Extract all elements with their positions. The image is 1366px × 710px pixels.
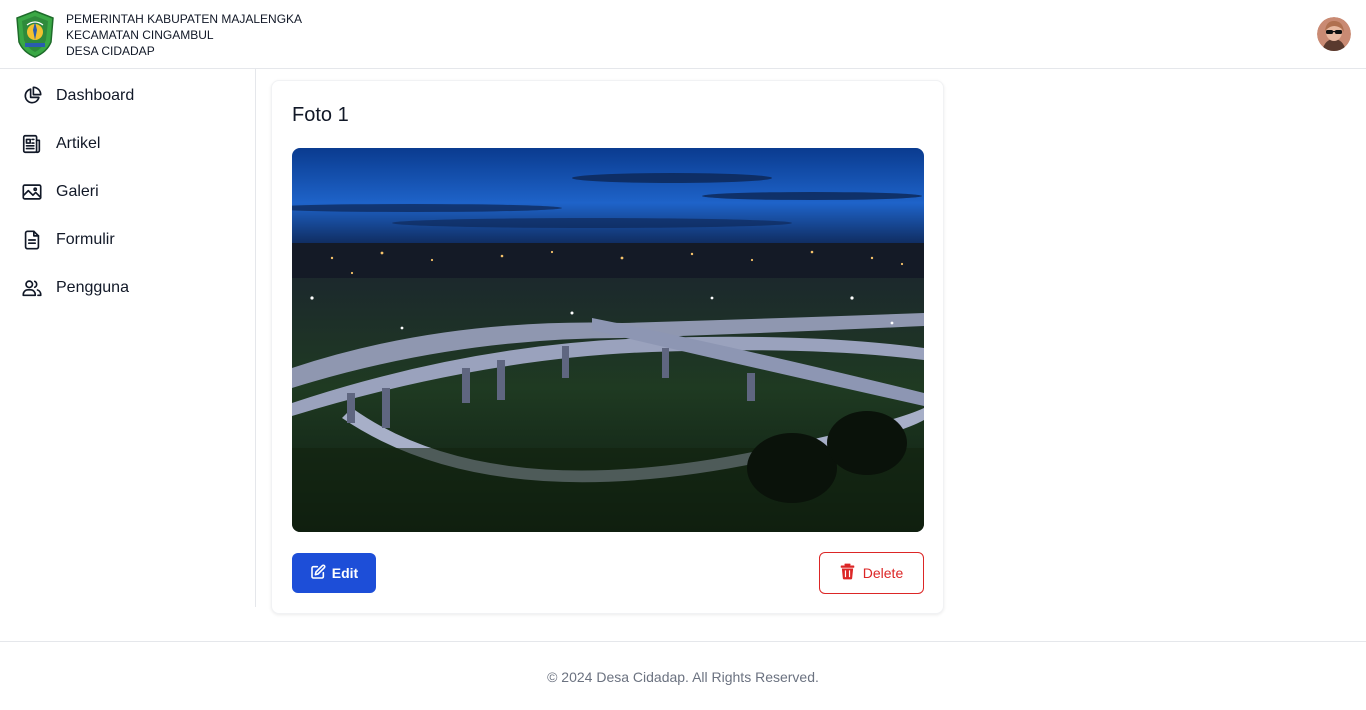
sidebar-item-pengguna[interactable]: Pengguna [20,268,240,308]
document-icon [20,228,44,252]
copyright-text: © 2024 Desa Cidadap. All Rights Reserved… [547,669,819,685]
edit-icon [310,563,326,583]
sidebar: Dashboard Artikel Galeri Formulir Penggu… [0,69,256,607]
edit-button-label: Edit [331,565,359,581]
users-icon [20,276,44,300]
sidebar-item-formulir[interactable]: Formulir [20,220,240,260]
gov-line-regency: PEMERINTAH KABUPATEN MAJALENGKA [66,12,303,26]
sidebar-item-galeri[interactable]: Galeri [20,172,240,212]
trash-icon [840,563,855,583]
sidebar-item-label: Pengguna [56,279,129,296]
delete-button-label: Delete [862,565,904,581]
photo-card: Foto 1 Edit Delete [271,80,944,614]
footer: © 2024 Desa Cidadap. All Rights Reserved… [0,641,1366,710]
newspaper-icon [20,132,44,156]
regency-logo [15,10,55,58]
gallery-photo [292,148,924,532]
top-header: PEMERINTAH KABUPATEN MAJALENGKA KECAMATA… [0,0,1366,69]
government-title: PEMERINTAH KABUPATEN MAJALENGKA KECAMATA… [66,11,302,59]
gov-line-village: DESA CIDADAP [66,44,155,58]
gov-line-district: KECAMATAN CINGAMBUL [66,28,214,42]
sidebar-item-label: Dashboard [56,87,135,104]
sidebar-item-label: Formulir [56,231,115,248]
sidebar-item-label: Galeri [56,183,99,200]
delete-button[interactable]: Delete [819,552,924,594]
image-icon [20,180,44,204]
pie-chart-icon [20,84,44,108]
sidebar-item-artikel[interactable]: Artikel [20,124,240,164]
photo-title: Foto 1 [292,104,349,126]
user-avatar[interactable] [1317,17,1351,51]
sidebar-item-dashboard[interactable]: Dashboard [20,76,240,116]
sidebar-item-label: Artikel [56,135,101,152]
edit-button[interactable]: Edit [292,553,376,593]
